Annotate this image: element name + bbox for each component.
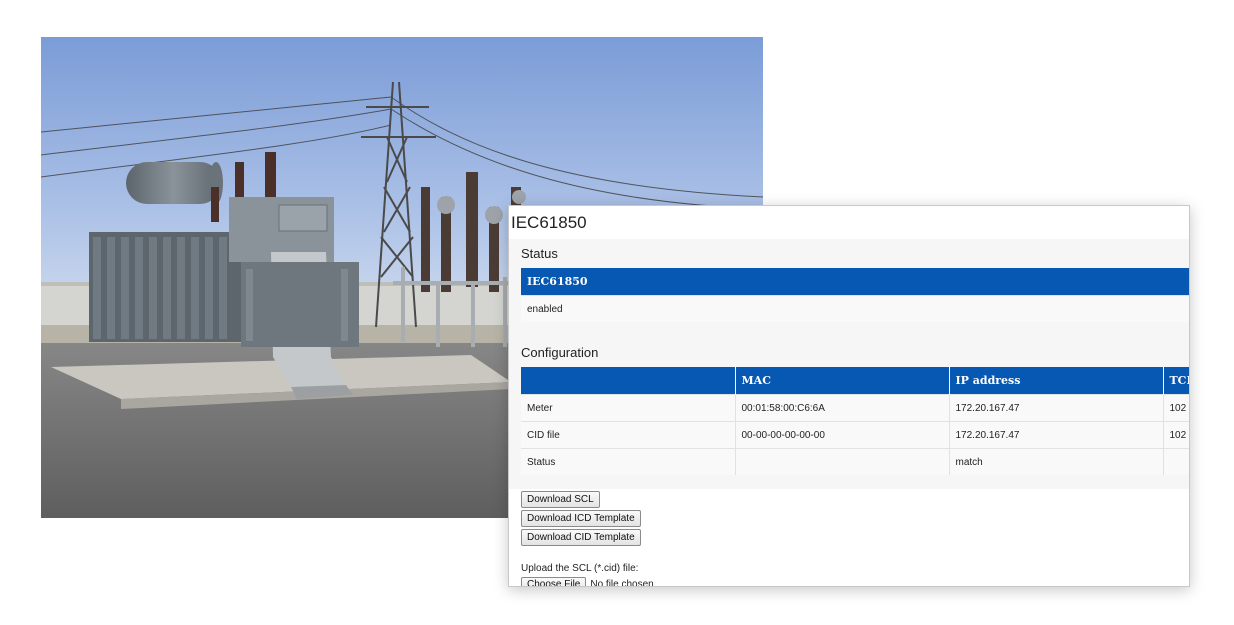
status-section: Status IEC61850 enabled [509, 239, 1189, 337]
configuration-table: MAC IP address TCP port Meter 00:01:58:0… [521, 367, 1189, 475]
table-row: enabled [521, 295, 1189, 322]
download-cid-template-button[interactable]: Download CID Template [521, 529, 641, 546]
row-label: CID file [521, 421, 736, 449]
port-cell: 102 [1163, 394, 1189, 422]
status-table: IEC61850 enabled [521, 268, 1189, 322]
download-scl-button[interactable]: Download SCL [521, 491, 600, 508]
choose-file-button[interactable]: Choose File [521, 577, 587, 586]
iec61850-web-panel: IEC61850 Status IEC61850 enabled Configu… [508, 205, 1190, 587]
page-title: IEC61850 [511, 213, 587, 232]
status-heading: Status [521, 246, 558, 261]
mac-cell: 00-00-00-00-00-00 [735, 421, 950, 449]
configuration-heading: Configuration [521, 345, 599, 360]
table-row: Meter 00:01:58:00:C6:6A 172.20.167.47 10… [521, 394, 1189, 422]
ip-cell: 172.20.167.47 [949, 394, 1164, 422]
status-value: enabled [521, 295, 1189, 322]
table-row: Status match [521, 448, 1189, 475]
row-label: Meter [521, 394, 736, 422]
upload-scl-label: Upload the SCL (*.cid) file: [521, 563, 639, 574]
column-header-tcp-port: TCP port [1163, 367, 1189, 395]
table-row: CID file 00-00-00-00-00-00 172.20.167.47… [521, 421, 1189, 449]
column-header-mac: MAC [735, 367, 950, 395]
download-icd-template-button[interactable]: Download ICD Template [521, 510, 641, 527]
row-label: Status [521, 448, 736, 475]
no-file-chosen-text: No file chosen [590, 579, 654, 587]
mac-cell [735, 448, 950, 475]
status-table-header: IEC61850 [521, 268, 1189, 296]
screenshot-stage: IEC61850 Status IEC61850 enabled Configu… [0, 0, 1234, 625]
column-header-ip-address: IP address [949, 367, 1164, 395]
ip-cell: match [949, 448, 1164, 475]
ip-cell: 172.20.167.47 [949, 421, 1164, 449]
configuration-section: Configuration MAC IP address TCP port Me… [509, 337, 1189, 489]
configuration-table-header: MAC IP address TCP port [521, 367, 1189, 395]
mac-cell: 00:01:58:00:C6:6A [735, 394, 950, 422]
file-input: Choose File No file chosen [521, 577, 654, 587]
port-cell [1163, 448, 1189, 475]
column-header-blank [521, 367, 736, 395]
status-column-header: IEC61850 [521, 268, 1189, 296]
port-cell: 102 [1163, 421, 1189, 449]
